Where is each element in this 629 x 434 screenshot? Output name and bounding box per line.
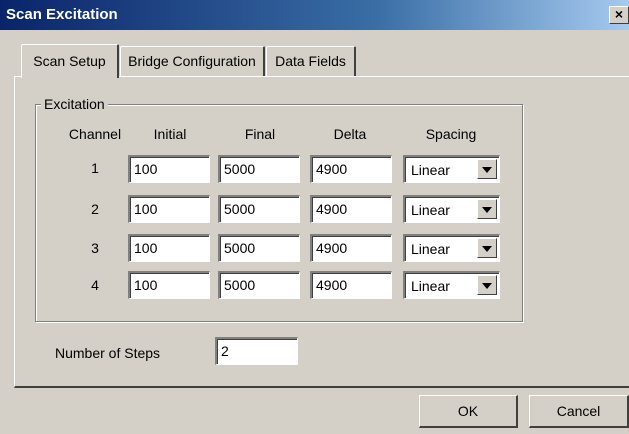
channel-header: Channel: [68, 126, 122, 142]
spacing-select[interactable]: Linear: [403, 234, 500, 262]
dropdown-button[interactable]: [477, 238, 497, 258]
initial-input[interactable]: 100: [128, 234, 210, 262]
ok-button[interactable]: OK: [419, 395, 518, 428]
initial-input[interactable]: 100: [128, 195, 210, 223]
chevron-down-icon: [482, 283, 492, 289]
window-title: Scan Excitation: [6, 6, 118, 23]
dropdown-button[interactable]: [477, 275, 497, 295]
spacing-select-value: Linear: [411, 241, 450, 257]
final-input[interactable]: 5000: [218, 195, 300, 223]
spacing-select-value: Linear: [411, 278, 450, 294]
final-input[interactable]: 5000: [218, 155, 300, 183]
tab-data-fields[interactable]: Data Fields: [266, 46, 356, 76]
initial-input[interactable]: 100: [128, 271, 210, 299]
delta-input[interactable]: 4900: [310, 271, 392, 299]
spacing-header: Spacing: [425, 126, 477, 142]
number-of-steps-input[interactable]: 2: [215, 337, 298, 365]
final-header: Final: [244, 126, 276, 142]
delta-header: Delta: [333, 126, 367, 142]
dropdown-button[interactable]: [477, 199, 497, 219]
spacing-select[interactable]: Linear: [403, 195, 500, 223]
initial-header: Initial: [153, 126, 187, 142]
close-button[interactable]: ×: [609, 6, 629, 24]
channel-label: 3: [91, 240, 99, 256]
number-of-steps-label: Number of Steps: [55, 345, 161, 361]
delta-input[interactable]: 4900: [310, 234, 392, 262]
excitation-group-label: Excitation: [41, 96, 108, 112]
chevron-down-icon: [482, 207, 492, 213]
initial-input[interactable]: 100: [128, 155, 210, 183]
channel-label: 4: [91, 277, 99, 293]
channel-label: 2: [91, 201, 99, 217]
chevron-down-icon: [482, 167, 492, 173]
chevron-down-icon: [482, 246, 492, 252]
dropdown-button[interactable]: [477, 159, 497, 179]
delta-input[interactable]: 4900: [310, 155, 392, 183]
spacing-select-value: Linear: [411, 162, 450, 178]
cancel-button[interactable]: Cancel: [529, 395, 629, 428]
delta-input[interactable]: 4900: [310, 195, 392, 223]
spacing-select[interactable]: Linear: [403, 271, 500, 299]
tab-bridge-configuration[interactable]: Bridge Configuration: [120, 46, 265, 76]
channel-label: 1: [91, 160, 99, 176]
spacing-select[interactable]: Linear: [403, 155, 500, 183]
final-input[interactable]: 5000: [218, 234, 300, 262]
spacing-select-value: Linear: [411, 202, 450, 218]
final-input[interactable]: 5000: [218, 271, 300, 299]
tab-scan-setup[interactable]: Scan Setup: [21, 44, 119, 78]
